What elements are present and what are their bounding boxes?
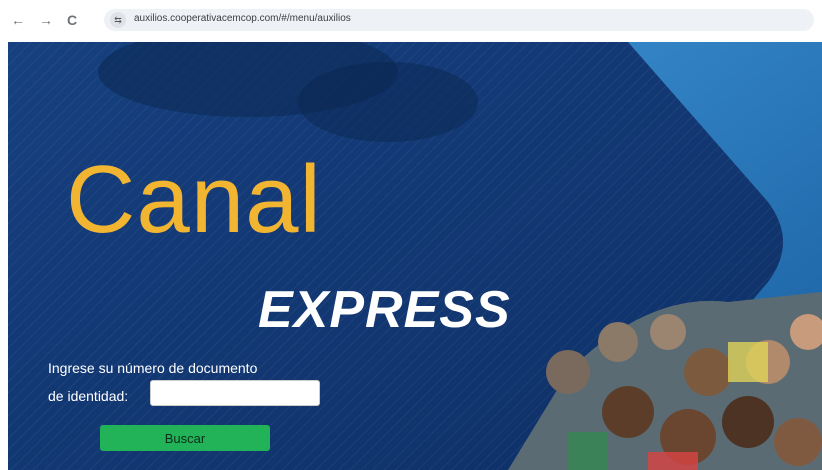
hero-title: Canal: [66, 146, 322, 253]
forward-icon[interactable]: →: [36, 10, 56, 30]
url-text[interactable]: auxilios.cooperativacemcop.com/#/menu/au…: [134, 13, 351, 24]
address-bar[interactable]: ⇆ auxilios.cooperativacemcop.com/#/menu/…: [104, 9, 814, 31]
prompt-line-2: de identidad:: [48, 388, 129, 404]
prompt-line-1: Ingrese su número de documento: [48, 360, 258, 376]
reload-icon[interactable]: C: [62, 10, 82, 30]
site-info-icon[interactable]: ⇆: [110, 12, 126, 28]
back-icon[interactable]: ←: [8, 10, 28, 30]
page-content: Canal EXPRESS Ingrese su número de docum…: [8, 42, 822, 470]
hero-subtitle: EXPRESS: [258, 281, 511, 339]
search-button[interactable]: Buscar: [100, 425, 270, 451]
browser-toolbar: ← → C ⇆ auxilios.cooperativacemcop.com/#…: [0, 0, 822, 40]
document-number-input[interactable]: [150, 380, 320, 406]
